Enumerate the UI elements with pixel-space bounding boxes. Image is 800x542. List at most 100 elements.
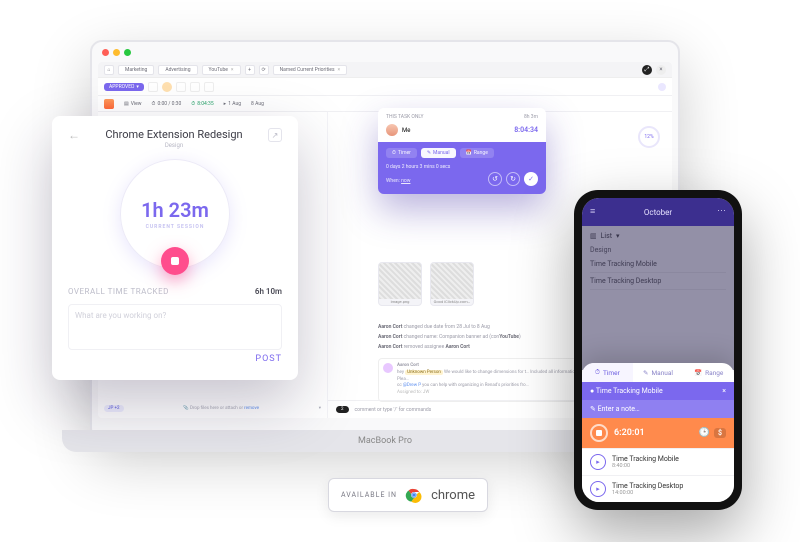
badge-name: chrome [431, 488, 475, 503]
back-icon[interactable]: ← [68, 128, 80, 142]
status-pill[interactable]: APPROVED ▾ [104, 83, 144, 91]
unread-badge[interactable]: 2 [336, 406, 349, 413]
priority-icon[interactable] [176, 82, 186, 92]
timer-subtitle: Design [105, 142, 242, 149]
tab-manual[interactable]: ✎ Manual [633, 363, 684, 382]
comment-author: Aaron Cort [397, 363, 419, 368]
timer-card: ← Chrome Extension Redesign Design ↗ 1h … [52, 116, 298, 380]
remove-link[interactable]: remove [244, 406, 259, 411]
stop-icon [171, 257, 179, 265]
people-chip[interactable]: JP +2 [104, 405, 124, 412]
confirm-icon[interactable]: ✓ [524, 172, 538, 186]
selected-task-row[interactable]: ● Time Tracking Mobile × [582, 382, 734, 400]
modal-backdrop[interactable] [582, 226, 734, 370]
app-logo-icon [104, 99, 114, 109]
tab-range[interactable]: 📅 Range [683, 363, 734, 382]
named-priorities-tab[interactable]: Named Current Priorities× [273, 65, 348, 75]
home-icon[interactable]: ⌂ [104, 65, 114, 75]
avatar [383, 363, 393, 373]
tab-manual[interactable]: ✎ Manual [421, 148, 456, 158]
duration-input[interactable]: 0 days 2 hours 3 mins 0 secs [386, 164, 538, 170]
link-icon[interactable] [204, 82, 214, 92]
list-item[interactable]: ▸ Time Tracking Desktop14:00:00 [582, 475, 734, 502]
popover-tabs: ⏱ Timer ✎ Manual 📅 Range [386, 148, 538, 158]
note-row[interactable]: ✎ Enter a note… [582, 400, 734, 418]
watch-icon[interactable] [658, 83, 666, 91]
header-title[interactable]: October [644, 208, 672, 217]
menu-icon[interactable]: ≡ [590, 206, 595, 217]
due-date[interactable]: 8 Aug [251, 101, 264, 107]
running-value: 6:20:01 [614, 428, 645, 438]
popover-user[interactable]: Me [386, 124, 410, 136]
open-external-icon[interactable]: ↗ [268, 128, 282, 142]
play-icon[interactable]: ▸ [590, 454, 606, 470]
time-estimate[interactable]: ⏱ 0:00 / 0:30 [152, 101, 182, 107]
timer-sheet: ⏱ Timer ✎ Manual 📅 Range ● Time Tracking… [582, 363, 734, 502]
attachment-item[interactable]: Good iClickUp.com… [430, 262, 474, 306]
timer-title: Chrome Extension Redesign [105, 128, 242, 141]
close-window-icon[interactable]: × [656, 65, 666, 75]
elapsed-time: 1h 23m [141, 198, 209, 222]
total-label: 8h 3m [524, 114, 538, 120]
overall-value: 6h 10m [255, 287, 282, 296]
max-dot[interactable] [124, 49, 131, 56]
dropdown-icon[interactable]: ▾ [319, 406, 321, 411]
chrome-badge[interactable]: AVAILABLE IN chrome [328, 478, 488, 512]
redo-icon[interactable]: ↻ [506, 172, 520, 186]
crumb-marketing[interactable]: Marketing [118, 65, 154, 75]
tab-range[interactable]: 📅 Range [460, 148, 494, 158]
left-footer: JP +2 📎 Drop files here or attach or rem… [104, 405, 321, 412]
window-controls [92, 42, 678, 62]
assignee-avatar[interactable] [162, 82, 172, 92]
attach-icon[interactable]: 📎 [183, 406, 189, 411]
stop-icon[interactable] [590, 424, 608, 442]
attachment-item[interactable]: image.png [378, 262, 422, 306]
badge-pretext: AVAILABLE IN [341, 491, 397, 499]
crumb-youtube[interactable]: YouTube× [202, 65, 241, 75]
list-item[interactable]: ▸ Time Tracking Mobile8:40:00 [582, 448, 734, 475]
add-tab-icon[interactable]: + [245, 65, 255, 75]
crumb-advertising[interactable]: Advertising [158, 65, 197, 75]
view-toggle[interactable]: ▤ View [124, 101, 142, 107]
phone-frame: ≡ October ⋯ ▥ List ▾ Design Time Trackin… [574, 190, 742, 510]
tab-timer[interactable]: ⏱ Timer [582, 363, 633, 382]
more-icon[interactable]: ⋯ [717, 206, 726, 216]
recent-list: ▸ Time Tracking Mobile8:40:00 ▸ Time Tra… [582, 448, 734, 502]
clock-icon[interactable]: 🕒 [699, 428, 710, 438]
close-icon[interactable]: × [722, 387, 726, 395]
assigned-note: Assigned to: JW [397, 390, 429, 395]
running-timer-row: 6:20:01 🕒 $ [582, 418, 734, 448]
comment-input[interactable]: comment or type '/' for commands [355, 407, 432, 413]
billable-icon[interactable]: $ [714, 428, 726, 438]
close-dot[interactable] [102, 49, 109, 56]
phone-header: ≡ October ⋯ [582, 198, 734, 226]
start-date[interactable]: ▸ 1 Aug [224, 101, 241, 107]
post-button[interactable]: POST [255, 354, 282, 364]
undo-icon[interactable]: ↺ [488, 172, 502, 186]
expand-icon[interactable]: ⤢ [642, 65, 652, 75]
overall-label: OVERALL TIME TRACKED [68, 287, 169, 296]
tab-timer[interactable]: ⏱ Timer [386, 148, 417, 158]
task-toolbar: APPROVED ▾ [98, 78, 672, 96]
attachments: image.png Good iClickUp.com… [378, 262, 474, 306]
close-icon[interactable]: × [338, 67, 341, 73]
refresh-icon[interactable]: ⟳ [259, 65, 269, 75]
sheet-tabs: ⏱ Timer ✎ Manual 📅 Range [582, 363, 734, 382]
min-dot[interactable] [113, 49, 120, 56]
stop-button[interactable] [161, 247, 189, 275]
avatar [386, 124, 398, 136]
breadcrumb-tabs: ⌂ Marketing Advertising YouTube× + ⟳ Nam… [98, 62, 672, 78]
check-icon[interactable] [148, 82, 158, 92]
chrome-icon [405, 486, 423, 504]
mention-chip[interactable]: Unknown Person [405, 370, 443, 375]
elapsed-label: CURRENT SESSION [146, 224, 205, 230]
phone-screen: ≡ October ⋯ ▥ List ▾ Design Time Trackin… [582, 198, 734, 502]
time-popover: THIS TASK ONLY8h 3m Me 8:04:34 ⏱ Timer ✎… [378, 108, 546, 194]
timer-dial: 1h 23m CURRENT SESSION [120, 159, 230, 269]
tag-icon[interactable] [190, 82, 200, 92]
mention-link[interactable]: @Drew P [403, 383, 421, 388]
play-icon[interactable]: ▸ [590, 481, 606, 497]
note-input[interactable]: What are you working on? [68, 304, 282, 350]
close-icon[interactable]: × [231, 67, 234, 73]
time-tracked[interactable]: ⏱ 8:04:35 [191, 101, 213, 107]
